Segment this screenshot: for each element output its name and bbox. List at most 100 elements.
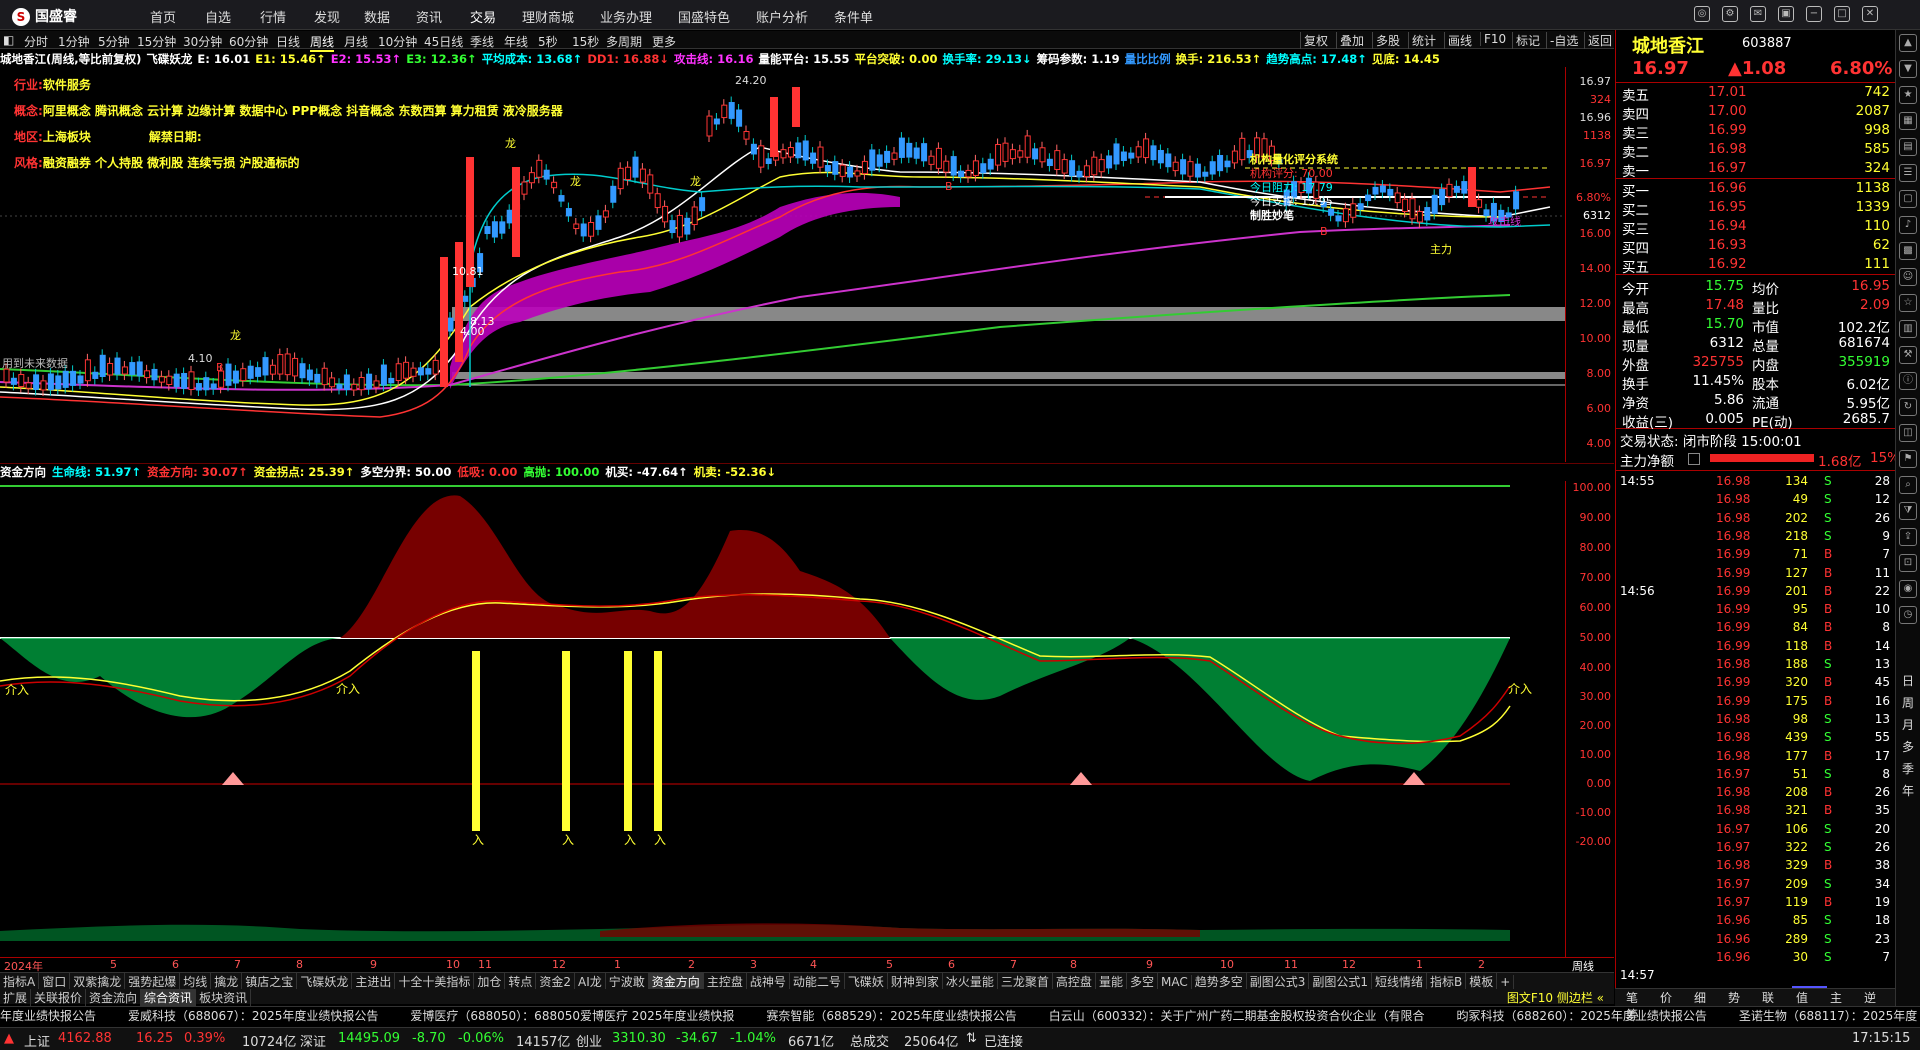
formula-tab[interactable]: 财神到家 [888,973,943,990]
tool-f10[interactable]: F10 [1480,32,1506,46]
period-tab[interactable]: 30分钟 [183,33,222,50]
formula-tab[interactable]: 量能 [1096,973,1127,990]
nav-trade[interactable]: 交易 [470,7,496,26]
formula-tab[interactable]: 模板 [1466,973,1498,990]
chevron-down-icon[interactable]: ▼ [1899,60,1917,78]
formula-tab[interactable]: + [1497,975,1515,989]
formula-tab[interactable]: 宁波敢 [606,973,649,990]
news-item[interactable]: 昀冢科技（688260）：2025年度业绩快报公告 [1457,1009,1707,1023]
ask-level[interactable]: 卖三 16.99 998 [1616,122,1896,142]
period-tab[interactable]: 多周期 [606,33,642,50]
formula-tab[interactable]: 多空 [1127,973,1158,990]
stock-title[interactable]: 城地香江(周线,等比前复权) [0,52,141,66]
tab-fund-flow[interactable]: 资金流向 [86,989,142,1006]
period-month[interactable]: 月 [1902,716,1914,733]
nav-guosheng[interactable]: 国盛特色 [678,7,730,26]
period-tab[interactable]: 15分钟 [137,33,176,50]
sub-formula-name[interactable]: 资金方向 [0,465,46,479]
formula-tab[interactable]: 窗口 [39,973,71,990]
quote-tab[interactable]: 值 [1785,989,1819,1006]
settings-icon[interactable]: ⚙ [1722,6,1738,22]
minimize-icon[interactable]: − [1806,6,1822,22]
formula-tab[interactable]: 战神号 [747,973,790,990]
news-item[interactable]: 年度业绩快报公告 [0,1009,96,1023]
chevron-up-icon[interactable]: ▲ [1899,34,1917,52]
nav-finance-mall[interactable]: 理财商城 [522,7,574,26]
nav-account-analysis[interactable]: 账户分析 [756,7,808,26]
tool-mark[interactable]: 标记 [1512,32,1540,49]
clock-icon[interactable]: ◷ [1899,606,1917,624]
formula-tab[interactable]: 十全十美指标 [395,973,475,990]
table-icon[interactable]: ▥ [1899,320,1917,338]
filter-icon[interactable]: ⧩ [1899,502,1917,520]
nav-business[interactable]: 业务办理 [600,7,652,26]
period-tab[interactable]: 60分钟 [229,33,268,50]
formula-tab[interactable]: 转点 [505,973,537,990]
sh-label[interactable]: 上证 [24,1031,50,1050]
period-tab[interactable]: 分时 [24,33,48,50]
tool-add-watch[interactable]: -自选 [1546,32,1578,49]
quote-tab[interactable]: 逆 [1853,989,1887,1006]
formula-tab[interactable]: 双紫擒龙 [70,973,126,990]
bid-level[interactable]: 买一 16.96 1138 [1616,180,1896,200]
nav-conditional-order[interactable]: 条件单 [834,7,873,26]
nav-news[interactable]: 资讯 [416,7,442,26]
lock-icon[interactable]: ⊡ [1899,554,1917,572]
grid-icon[interactable]: ▦ [1899,112,1917,130]
ask-level[interactable]: 卖五 17.01 742 [1616,84,1896,104]
bookmark-icon[interactable]: ★ [1899,86,1917,104]
formula-tab[interactable]: 趋势多空 [1192,973,1247,990]
formula-tab[interactable]: 主控盘 [704,973,747,990]
calc-icon[interactable]: ▩ [1899,242,1917,260]
cy-label[interactable]: 创业 [576,1031,602,1050]
app-logo[interactable]: S 国盛睿 [12,6,77,26]
period-multi[interactable]: 多 [1902,738,1914,755]
tool-multi-stock[interactable]: 多股 [1372,32,1400,49]
formula-tab[interactable]: 动能二号 [790,973,845,990]
eye-icon[interactable]: ◉ [1899,580,1917,598]
period-tab[interactable]: 15秒 [572,33,599,50]
nav-discover[interactable]: 发现 [314,7,340,26]
bid-level[interactable]: 买五 16.92 111 [1616,256,1896,276]
bid-level[interactable]: 买三 16.94 110 [1616,218,1896,238]
formula-tab[interactable]: 副图公式3 [1247,973,1310,990]
ask-level[interactable]: 卖二 16.98 585 [1616,141,1896,161]
formula-tab[interactable]: 飞碟妖 [845,973,888,990]
f10-sidebar-toggle[interactable]: 图文F10 侧边栏 « [1507,989,1604,1006]
period-tab[interactable]: 5分钟 [98,33,130,50]
period-tab[interactable]: 45日线 [424,33,463,50]
formula-tab[interactable]: MAC [1158,975,1192,989]
tab-related-quote[interactable]: 关联报价 [31,989,87,1006]
ask-level[interactable]: 卖四 17.00 2087 [1616,103,1896,123]
ask-level[interactable]: 卖一 16.97 324 [1616,160,1896,180]
news-item[interactable]: 爱威科技（688067）：2025年度业绩快报公告 [128,1009,378,1023]
formula-tab[interactable]: 擒龙 [211,973,243,990]
formula-tab[interactable]: 强势起爆 [125,973,181,990]
tool-icon[interactable]: ⚒ [1899,346,1917,364]
formula-tab[interactable]: 副图公式1 [1309,973,1372,990]
period-tab-active[interactable]: 周线 [310,33,335,52]
period-season[interactable]: 季 [1902,760,1914,777]
tab-sector-news[interactable]: 板块资讯 [196,989,252,1006]
formula-tab[interactable]: 三龙聚首 [998,973,1053,990]
flag-icon[interactable]: ⚑ [1899,450,1917,468]
bid-level[interactable]: 买二 16.95 1339 [1616,199,1896,219]
formula-tab[interactable]: 指标B [1427,973,1467,990]
period-tab[interactable]: 日线 [276,33,300,50]
sz-label[interactable]: 深证 [300,1031,326,1050]
tool-overlay[interactable]: 叠加 [1336,32,1364,49]
news-item[interactable]: 爱博医疗（688050）：688050爱博医疗 2025年度业绩快报 [410,1009,734,1023]
period-year[interactable]: 年 [1902,782,1914,799]
news-item[interactable]: 白云山（600332）：关于广州广药二期基金股权投资合伙企业（有限合 [1049,1009,1425,1023]
tab-news[interactable]: 综合资讯 [141,989,197,1006]
formula-name[interactable]: 飞碟妖龙 [146,52,192,66]
nav-home[interactable]: 首页 [150,7,176,26]
bell-icon[interactable]: ♪ [1899,216,1917,234]
period-tab[interactable]: 5秒 [538,33,558,50]
formula-tab[interactable]: AI龙 [575,973,606,990]
quote-tab[interactable]: 主 [1819,989,1853,1006]
info-icon[interactable]: ⓘ [1899,372,1917,390]
mail-icon[interactable]: ✉ [1750,6,1766,22]
tool-draw-line[interactable]: 画线 [1444,32,1472,49]
period-week[interactable]: 周 [1902,694,1914,711]
